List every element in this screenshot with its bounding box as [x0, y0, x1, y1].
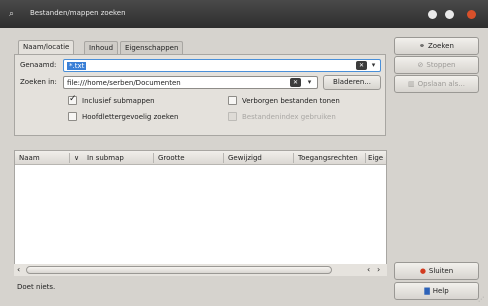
include-subfolders-label: Inclusief submappen [82, 97, 155, 105]
resize-grip-icon[interactable]: ⋰ [478, 296, 486, 304]
results-header: Naam ∨ In submap Grootte Gewijzigd Toega… [15, 151, 386, 165]
lookin-label: Zoeken in: [20, 78, 57, 86]
clear-icon[interactable]: ✕ [290, 78, 301, 87]
binoculars-icon: ⚭ [419, 42, 425, 50]
column-divider[interactable] [293, 153, 294, 163]
case-sensitive-label: Hoofdlettergevoelig zoeken [82, 113, 179, 121]
scroll-left-icon[interactable]: ‹ [17, 264, 20, 276]
tab-properties[interactable]: Eigenschappen [120, 41, 184, 55]
lookin-combobox[interactable]: file:///home/serben/Documenten ✕ ▾ [63, 76, 318, 89]
column-header-owner[interactable]: Eige [368, 154, 383, 162]
column-header-size[interactable]: Grootte [158, 154, 185, 162]
tab-contents[interactable]: Inhoud [84, 41, 119, 55]
chevron-down-icon[interactable]: ▾ [369, 61, 378, 70]
status-text: Doet niets. [17, 283, 56, 291]
use-index-checkbox [228, 112, 237, 121]
maximize-icon[interactable] [445, 10, 454, 19]
close-circle-icon: ● [419, 267, 426, 275]
case-sensitive-checkbox[interactable] [68, 112, 77, 121]
scrollbar-thumb[interactable] [26, 266, 332, 274]
title-bar[interactable]: ⌕ Bestanden/mappen zoeken [0, 0, 488, 28]
search-button[interactable]: ⚭ Zoeken [394, 37, 479, 55]
use-index-label: Bestandenindex gebruiken [242, 113, 336, 121]
window-title: Bestanden/mappen zoeken [30, 9, 126, 17]
include-subfolders-checkbox[interactable]: ✓ [68, 94, 77, 105]
column-divider[interactable] [365, 153, 366, 163]
column-divider[interactable] [223, 153, 224, 163]
tab-name-location[interactable]: Naam/locatie [18, 40, 75, 55]
results-list[interactable]: Naam ∨ In submap Grootte Gewijzigd Toega… [14, 150, 387, 275]
column-divider[interactable] [153, 153, 154, 163]
column-header-name[interactable]: Naam [19, 154, 40, 162]
sort-chevron-icon[interactable]: ∨ [74, 154, 79, 162]
save-as-button: ▥ Opslaan als... [394, 75, 479, 93]
browse-button[interactable]: Bladeren... [323, 75, 381, 90]
clear-icon[interactable]: ✕ [356, 61, 367, 70]
scroll-left-icon[interactable]: ‹ [367, 264, 370, 276]
close-icon[interactable] [467, 10, 476, 19]
help-button[interactable]: ▇ Help [394, 282, 479, 300]
checkmark-icon: ✓ [69, 94, 77, 104]
chart-icon: ▥ [408, 80, 415, 88]
hidden-files-label: Verborgen bestanden tonen [242, 97, 340, 105]
close-button[interactable]: ● Sluiten [394, 262, 479, 280]
search-window-icon[interactable]: ⌕ [9, 9, 19, 19]
name-input[interactable]: *.txt [67, 62, 87, 70]
help-book-icon: ▇ [424, 287, 430, 295]
column-header-permissions[interactable]: Toegangsrechten [298, 154, 358, 162]
name-label: Genaamd: [20, 61, 57, 69]
stop-icon: ⊘ [417, 61, 424, 69]
column-divider[interactable] [69, 153, 70, 163]
column-header-in-subfolder[interactable]: In submap [87, 154, 124, 162]
chevron-down-icon[interactable]: ▾ [305, 78, 314, 87]
minimize-icon[interactable] [428, 10, 437, 19]
name-combobox[interactable]: *.txt ✕ ▾ [63, 59, 381, 72]
scroll-right-icon[interactable]: › [377, 264, 380, 276]
horizontal-scrollbar[interactable]: ‹ ‹ › [14, 264, 387, 276]
hidden-files-checkbox[interactable] [228, 96, 237, 105]
column-header-modified[interactable]: Gewijzigd [228, 154, 262, 162]
stop-button: ⊘ Stoppen [394, 56, 479, 74]
lookin-input[interactable]: file:///home/serben/Documenten [67, 79, 181, 87]
